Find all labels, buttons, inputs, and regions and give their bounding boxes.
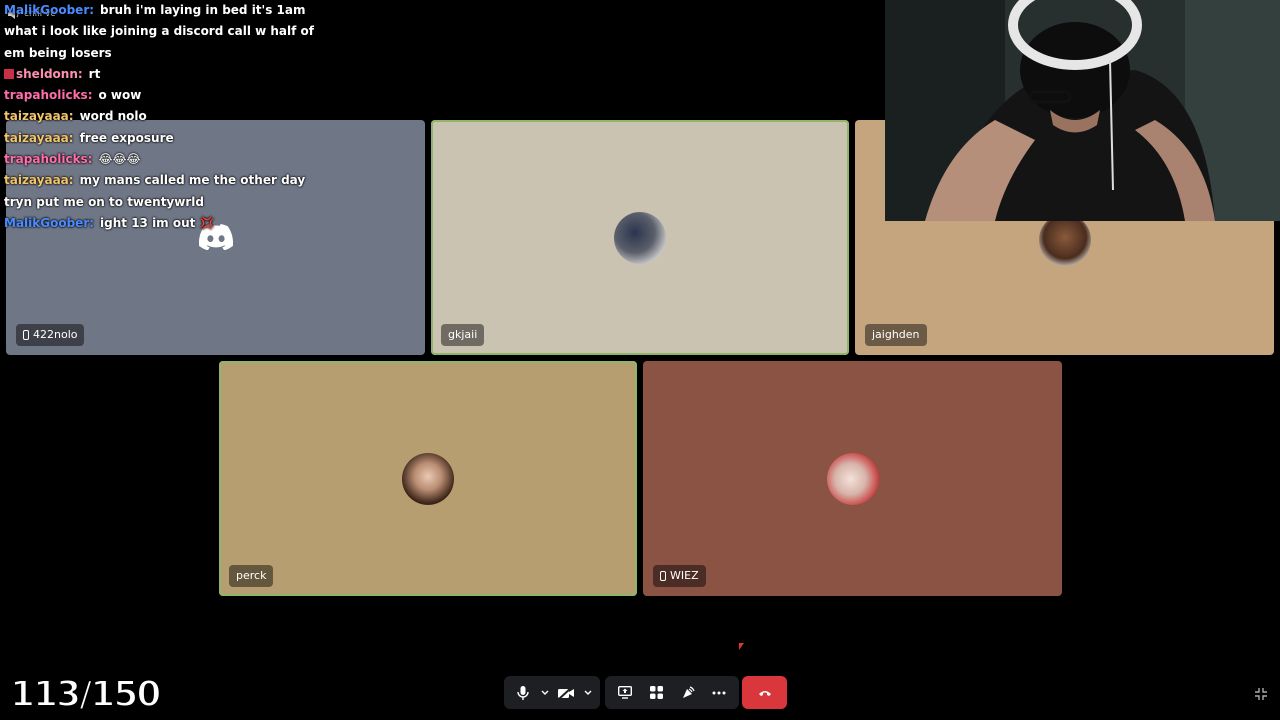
pencil-icon bbox=[4, 68, 14, 79]
collapse-icon bbox=[1255, 688, 1267, 700]
chat-user: taizayaaa: bbox=[4, 130, 74, 145]
mobile-icon bbox=[660, 571, 666, 581]
chat-message: bruh i'm laying in bed it's 1am bbox=[100, 3, 306, 17]
chat-message: what i look like joining a discord call … bbox=[4, 24, 314, 39]
avatar bbox=[826, 452, 879, 505]
sub-counter: 113/150 bbox=[9, 673, 162, 716]
chat-user: taizayaaa: bbox=[4, 173, 74, 188]
chat-user: MalikGoober: bbox=[4, 215, 95, 230]
participant-name: gkjaii bbox=[448, 328, 478, 341]
action-controls bbox=[605, 676, 739, 709]
chat-message: o wow bbox=[98, 88, 142, 103]
chat-line: sheldonn: rt bbox=[4, 64, 334, 85]
chat-line: trapaholicks: o wow bbox=[4, 85, 334, 106]
screen-share-icon[interactable] bbox=[611, 679, 639, 707]
chat-message: free exposure bbox=[79, 130, 174, 145]
chat-user: sheldonn: bbox=[16, 66, 83, 81]
more-icon[interactable] bbox=[706, 679, 734, 707]
avatar bbox=[1038, 214, 1091, 266]
participant-name: jaighden bbox=[872, 328, 920, 341]
chat-user: taizayaaa: bbox=[4, 109, 74, 124]
nametag: WIEZ bbox=[653, 565, 706, 587]
chat-message: rt bbox=[88, 66, 101, 81]
chat-line: MalikGoober: ight 13 im out 💢 bbox=[4, 213, 334, 234]
mobile-icon bbox=[23, 330, 29, 340]
chat-line: what i look like joining a discord call … bbox=[4, 21, 334, 42]
participant-name: perck bbox=[236, 569, 267, 582]
chat-user: trapaholicks: bbox=[4, 152, 93, 167]
nametag: gkjaii bbox=[441, 324, 485, 346]
chat-overlay: MalikGoober: bruh i'm laying in bed it's … bbox=[4, 0, 334, 234]
chat-message: tryn put me on to twentywrld bbox=[4, 194, 204, 209]
activities-icon[interactable] bbox=[643, 679, 671, 707]
chat-message: em being losers bbox=[4, 45, 112, 60]
chat-line: taizayaaa: my mans called me the other da… bbox=[4, 170, 334, 191]
participant-name: WIEZ bbox=[670, 569, 699, 582]
chat-line: tryn put me on to twentywrld bbox=[4, 192, 334, 213]
chat-line: taizayaaa: word nolo bbox=[4, 106, 334, 127]
chat-line: taizayaaa: free exposure bbox=[4, 128, 334, 149]
tile-perck[interactable]: perck bbox=[219, 361, 637, 596]
collapse-button[interactable] bbox=[1254, 686, 1268, 700]
chat-user: MalikGoober: bbox=[4, 3, 95, 17]
chat-line: MalikGoober: bruh i'm laying in bed it's … bbox=[4, 0, 334, 21]
chat-message: word nolo bbox=[79, 109, 147, 124]
mic-chevron-down-icon[interactable] bbox=[538, 679, 551, 707]
participant-name: 422nolo bbox=[33, 328, 78, 341]
chat-message: my mans called me the other day bbox=[79, 173, 306, 188]
webcam-overlay bbox=[885, 0, 1280, 221]
chat-line: trapaholicks: 😂😂😂 bbox=[4, 149, 334, 170]
chat-user: trapaholicks: bbox=[4, 88, 93, 103]
call-controls-left bbox=[504, 676, 600, 709]
hangup-button[interactable] bbox=[742, 676, 787, 709]
soundboard-icon[interactable] bbox=[674, 679, 702, 707]
hangup-icon bbox=[758, 690, 771, 696]
chat-message: 😂😂😂 bbox=[98, 152, 141, 167]
av-controls bbox=[504, 676, 600, 709]
nametag: 422nolo bbox=[16, 324, 85, 346]
avatar bbox=[402, 452, 454, 505]
camera-chevron-down-icon[interactable] bbox=[581, 679, 594, 707]
cursor-icon bbox=[739, 643, 744, 650]
camera-off-icon[interactable] bbox=[553, 679, 579, 707]
nametag: perck bbox=[229, 565, 274, 587]
webcam-feed bbox=[885, 0, 1280, 221]
chat-line: em being losers bbox=[4, 43, 334, 64]
call-controls-right bbox=[605, 676, 739, 709]
avatar bbox=[614, 211, 666, 264]
nametag: jaighden bbox=[865, 324, 927, 346]
chat-message: ight 13 im out 💢 bbox=[100, 215, 215, 230]
tile-wiez[interactable]: WIEZ bbox=[643, 361, 1062, 596]
microphone-icon[interactable] bbox=[510, 679, 536, 707]
tile-gkjaii[interactable]: gkjaii bbox=[431, 120, 849, 355]
